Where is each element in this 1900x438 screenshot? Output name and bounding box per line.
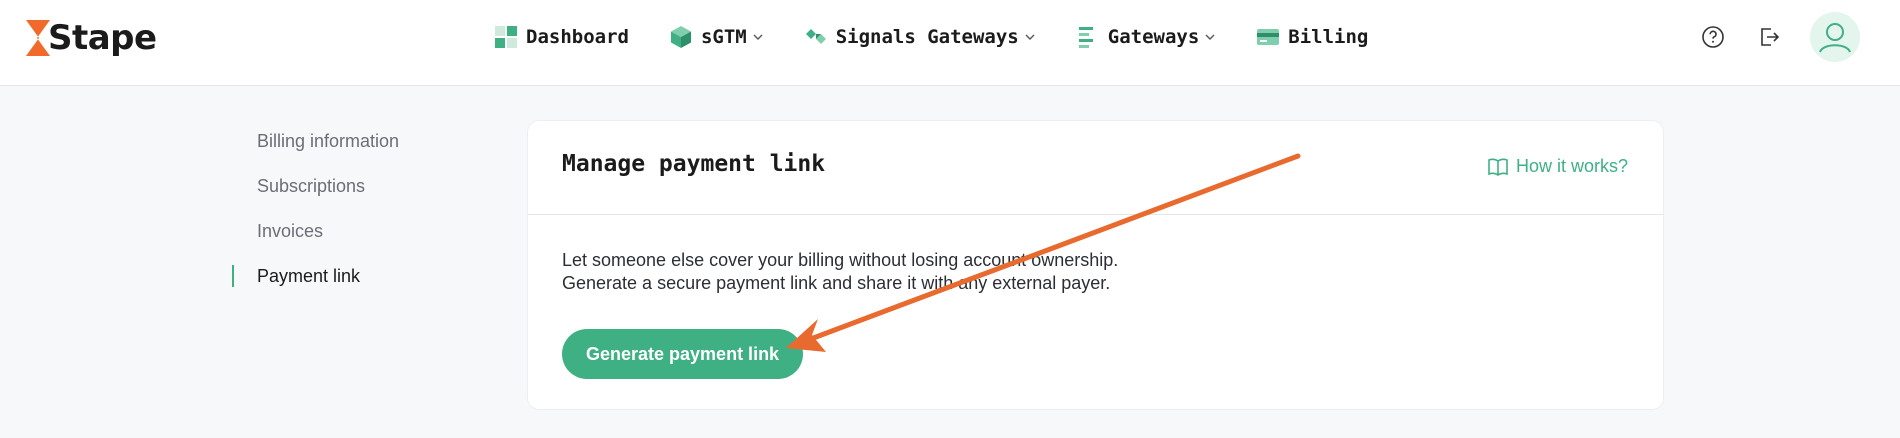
chevron-down-icon xyxy=(1205,34,1215,40)
dashboard-grid-icon xyxy=(495,26,517,48)
description: Let someone else cover your billing with… xyxy=(562,249,1629,295)
card-header: Manage payment link How it works? xyxy=(528,121,1663,215)
credit-card-icon xyxy=(1257,29,1280,45)
user-icon xyxy=(1819,23,1851,53)
main-nav: Dashboard sGTM Signals Gateways Gateways… xyxy=(494,0,1368,74)
sidebar-item-label: Subscriptions xyxy=(257,176,366,196)
open-book-icon xyxy=(1488,158,1508,176)
nav-label: Signals Gateways xyxy=(835,26,1019,48)
sidebar-item-label: Invoices xyxy=(257,221,324,241)
chevron-down-icon xyxy=(1025,34,1035,40)
top-header: Stape Dashboard sGTM Signals Gateways Ga… xyxy=(0,0,1900,86)
stape-logo[interactable]: Stape xyxy=(24,17,157,59)
lines-icon xyxy=(1078,27,1093,48)
nav-item-sgtm[interactable]: sGTM xyxy=(669,25,764,49)
nav-label: sGTM xyxy=(700,26,747,48)
user-avatar[interactable] xyxy=(1810,12,1860,62)
billing-sidebar: Billing information Subscriptions Invoic… xyxy=(232,125,492,305)
how-it-works-label: How it works? xyxy=(1515,156,1628,176)
question-circle-icon xyxy=(1702,26,1724,48)
sidebar-item-billing-information[interactable]: Billing information xyxy=(232,125,492,170)
brand-name: Stape xyxy=(48,18,157,58)
nav-item-billing[interactable]: Billing xyxy=(1256,25,1368,49)
sidebar-item-subscriptions[interactable]: Subscriptions xyxy=(232,170,492,215)
how-it-works-link[interactable]: How it works? xyxy=(1488,156,1628,177)
description-line: Let someone else cover your billing with… xyxy=(562,250,1119,270)
sidebar-item-invoices[interactable]: Invoices xyxy=(232,215,492,260)
help-button[interactable] xyxy=(1698,22,1728,52)
logout-button[interactable] xyxy=(1754,22,1784,52)
sidebar-item-label: Payment link xyxy=(257,266,361,286)
signals-icon xyxy=(805,29,826,44)
sidebar-item-label: Billing information xyxy=(257,131,400,151)
description-line: Generate a secure payment link and share… xyxy=(562,273,1111,293)
nav-item-dashboard[interactable]: Dashboard xyxy=(494,25,629,49)
page-title: Manage payment link xyxy=(562,151,826,177)
nav-label: Dashboard xyxy=(526,26,629,48)
nav-label: Billing xyxy=(1288,26,1369,48)
generate-payment-link-button[interactable]: Generate payment link xyxy=(562,329,804,379)
nav-item-signals-gateways[interactable]: Signals Gateways xyxy=(804,25,1036,49)
logout-icon xyxy=(1761,28,1780,46)
header-actions xyxy=(1698,0,1900,74)
nav-label: Gateways xyxy=(1107,26,1200,48)
payment-link-card: Manage payment link How it works? Let so… xyxy=(527,120,1664,410)
nav-item-gateways[interactable]: Gateways xyxy=(1076,25,1217,49)
sidebar-item-payment-link[interactable]: Payment link xyxy=(232,260,492,305)
chevron-down-icon xyxy=(753,34,763,40)
cube-icon xyxy=(670,26,691,48)
card-body: Let someone else cover your billing with… xyxy=(528,215,1663,379)
